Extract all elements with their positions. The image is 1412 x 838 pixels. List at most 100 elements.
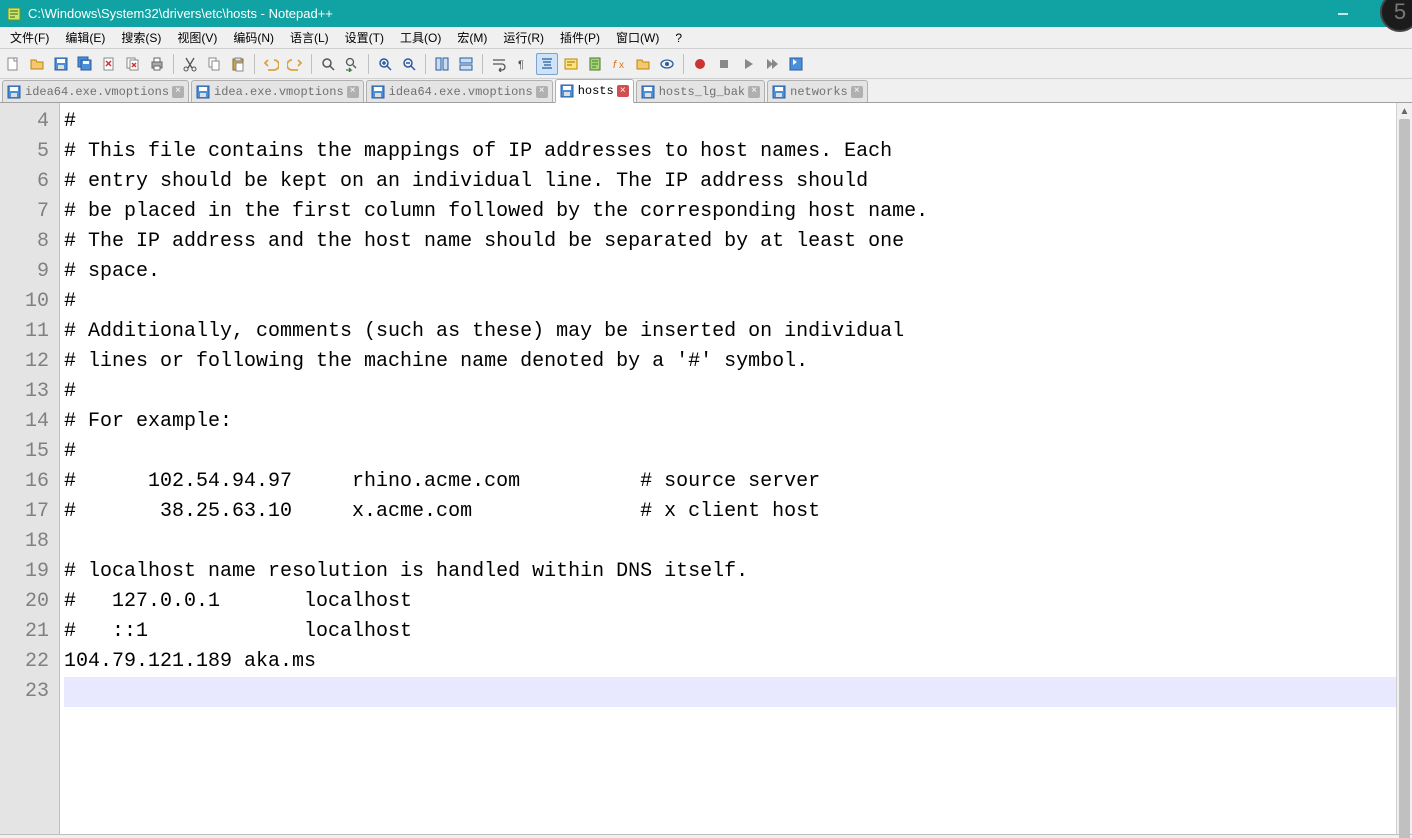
tab-close-icon[interactable]: × — [851, 86, 863, 98]
disk-icon — [371, 85, 385, 99]
stop-macro-button[interactable] — [713, 53, 735, 75]
tab-label: hosts_lg_bak — [659, 85, 745, 99]
code-line[interactable]: # ::1 localhost — [64, 617, 1396, 647]
menu-plugins[interactable]: 插件(P) — [552, 27, 608, 48]
tab-networks[interactable]: networks× — [767, 80, 868, 102]
editor: 4567891011121314151617181920212223 ## Th… — [0, 103, 1412, 834]
sync-h-button[interactable] — [455, 53, 477, 75]
menu-file[interactable]: 文件(F) — [2, 27, 57, 48]
indent-guide-button[interactable] — [536, 53, 558, 75]
menu-edit[interactable]: 编辑(E) — [57, 27, 113, 48]
vertical-scrollbar[interactable]: ▲ — [1396, 103, 1412, 834]
scroll-up-arrow[interactable]: ▲ — [1397, 103, 1412, 119]
cut-button[interactable] — [179, 53, 201, 75]
print-button[interactable] — [146, 53, 168, 75]
zoom-in-button[interactable] — [374, 53, 396, 75]
new-file-button[interactable] — [2, 53, 24, 75]
code-line[interactable]: # — [64, 437, 1396, 467]
code-line[interactable]: # — [64, 107, 1396, 137]
menu-window[interactable]: 窗口(W) — [608, 27, 667, 48]
code-line[interactable]: # — [64, 377, 1396, 407]
tab-label: networks — [790, 85, 848, 99]
show-all-chars-button[interactable]: ¶ — [512, 53, 534, 75]
line-number: 16 — [0, 467, 59, 497]
monitoring-button[interactable] — [656, 53, 678, 75]
paste-button[interactable] — [227, 53, 249, 75]
tab-idea64-exe-vmoptions[interactable]: idea64.exe.vmoptions× — [366, 80, 553, 102]
scroll-thumb[interactable] — [1399, 119, 1410, 838]
replace-button[interactable] — [341, 53, 363, 75]
zoom-out-button[interactable] — [398, 53, 420, 75]
code-line[interactable]: # lines or following the machine name de… — [64, 347, 1396, 377]
code-line[interactable]: # 38.25.63.10 x.acme.com # x client host — [64, 497, 1396, 527]
close-file-button[interactable] — [98, 53, 120, 75]
tab-label: idea.exe.vmoptions — [214, 85, 344, 99]
menu-macro[interactable]: 宏(M) — [449, 27, 495, 48]
function-list-button[interactable]: fx — [608, 53, 630, 75]
code-line[interactable]: # 102.54.94.97 rhino.acme.com # source s… — [64, 467, 1396, 497]
status-bar — [0, 834, 1412, 838]
record-macro-button[interactable] — [689, 53, 711, 75]
code-line[interactable]: # For example: — [64, 407, 1396, 437]
line-number: 20 — [0, 587, 59, 617]
word-wrap-button[interactable] — [488, 53, 510, 75]
menu-help[interactable]: ? — [667, 29, 690, 47]
doc-map-button[interactable] — [584, 53, 606, 75]
save-all-button[interactable] — [74, 53, 96, 75]
tab-idea64-exe-vmoptions[interactable]: idea64.exe.vmoptions× — [2, 80, 189, 102]
find-button[interactable] — [317, 53, 339, 75]
menu-encoding[interactable]: 编码(N) — [225, 27, 282, 48]
disk-icon — [196, 85, 210, 99]
menu-settings[interactable]: 设置(T) — [337, 27, 392, 48]
code-line[interactable]: # space. — [64, 257, 1396, 287]
code-line[interactable]: # This file contains the mappings of IP … — [64, 137, 1396, 167]
tab-label: idea64.exe.vmoptions — [25, 85, 169, 99]
code-line[interactable]: # The IP address and the host name shoul… — [64, 227, 1396, 257]
tab-close-icon[interactable]: × — [748, 86, 760, 98]
undo-button[interactable] — [260, 53, 282, 75]
menu-run[interactable]: 运行(R) — [495, 27, 552, 48]
code-line[interactable]: # localhost name resolution is handled w… — [64, 557, 1396, 587]
code-line[interactable] — [64, 677, 1396, 707]
tab-close-icon[interactable]: × — [536, 86, 548, 98]
menu-search[interactable]: 搜索(S) — [113, 27, 169, 48]
play-macro-button[interactable] — [737, 53, 759, 75]
line-number: 11 — [0, 317, 59, 347]
disk-icon — [7, 85, 21, 99]
menu-tools[interactable]: 工具(O) — [392, 27, 449, 48]
tab-close-icon[interactable]: × — [347, 86, 359, 98]
open-file-button[interactable] — [26, 53, 48, 75]
folder-workspace-button[interactable] — [632, 53, 654, 75]
title-bar: C:\Windows\System32\drivers\etc\hosts - … — [0, 0, 1412, 27]
tab-close-icon[interactable]: × — [172, 86, 184, 98]
redo-button[interactable] — [284, 53, 306, 75]
disk-icon — [641, 85, 655, 99]
line-number: 17 — [0, 497, 59, 527]
tab-hosts-lg-bak[interactable]: hosts_lg_bak× — [636, 80, 765, 102]
code-line[interactable] — [64, 527, 1396, 557]
user-lang-button[interactable] — [560, 53, 582, 75]
copy-button[interactable] — [203, 53, 225, 75]
line-number: 5 — [0, 137, 59, 167]
save-button[interactable] — [50, 53, 72, 75]
code-line[interactable]: # — [64, 287, 1396, 317]
sync-v-button[interactable] — [431, 53, 453, 75]
menu-view[interactable]: 视图(V) — [169, 27, 225, 48]
svg-text:x: x — [619, 60, 624, 71]
code-line[interactable]: 104.79.121.189 aka.ms — [64, 647, 1396, 677]
code-area[interactable]: ## This file contains the mappings of IP… — [60, 103, 1396, 834]
tab-bar: idea64.exe.vmoptions×idea.exe.vmoptions×… — [0, 79, 1412, 103]
save-macro-button[interactable] — [785, 53, 807, 75]
tab-idea-exe-vmoptions[interactable]: idea.exe.vmoptions× — [191, 80, 364, 102]
code-line[interactable]: # be placed in the first column followed… — [64, 197, 1396, 227]
tab-close-icon[interactable]: × — [617, 85, 629, 97]
play-multi-button[interactable] — [761, 53, 783, 75]
code-line[interactable]: # Additionally, comments (such as these)… — [64, 317, 1396, 347]
minimize-button[interactable] — [1320, 0, 1366, 27]
close-all-button[interactable] — [122, 53, 144, 75]
code-line[interactable]: # 127.0.0.1 localhost — [64, 587, 1396, 617]
menu-language[interactable]: 语言(L) — [282, 27, 337, 48]
code-line[interactable]: # entry should be kept on an individual … — [64, 167, 1396, 197]
tab-hosts[interactable]: hosts× — [555, 79, 634, 103]
svg-text:¶: ¶ — [518, 59, 524, 71]
